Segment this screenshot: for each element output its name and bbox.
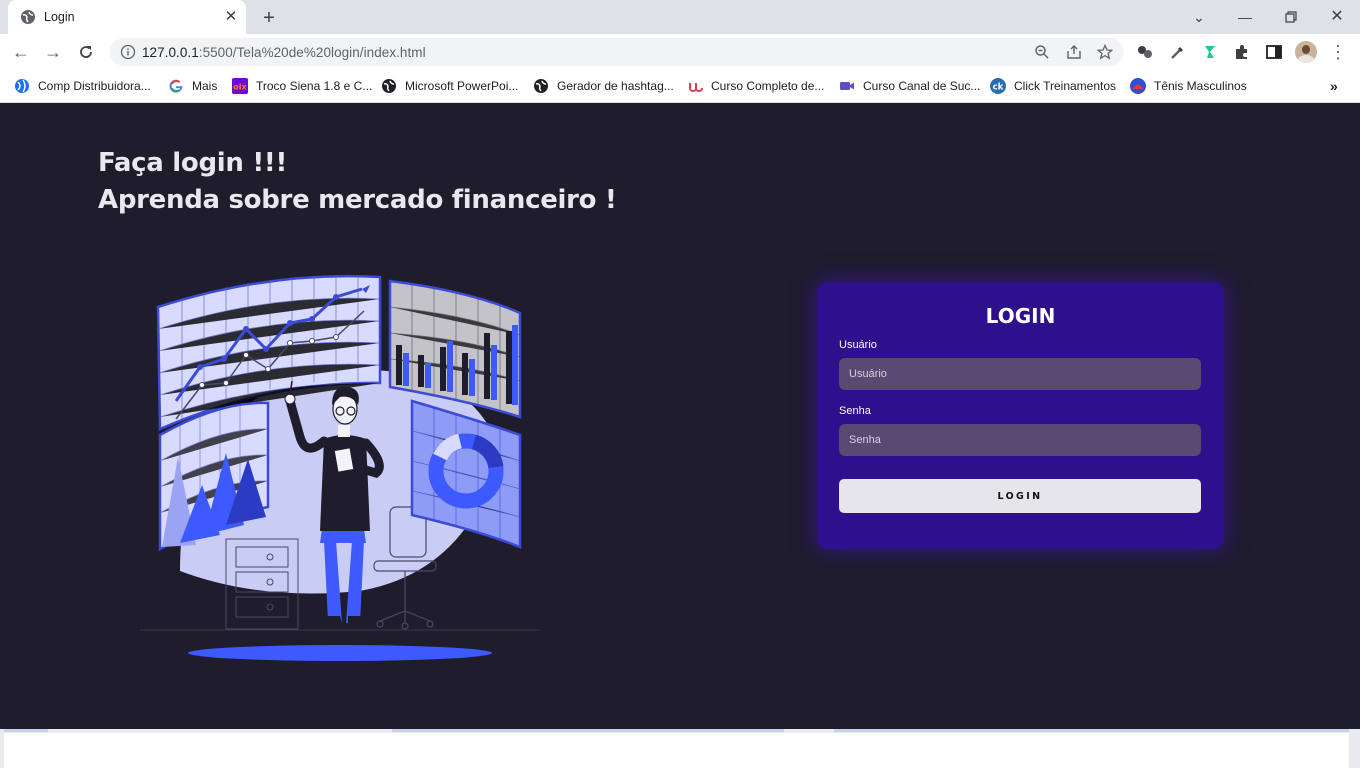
finance-illustration: [140, 274, 540, 661]
reload-button[interactable]: [76, 42, 96, 62]
close-tab-icon[interactable]: ✕: [223, 9, 239, 25]
site-info-icon[interactable]: [120, 44, 136, 60]
password-input[interactable]: [839, 424, 1201, 456]
bookmark-item[interactable]: Curso Canal de Suc...: [839, 77, 980, 95]
globe-blue-icon: [15, 79, 29, 93]
tab-search-chevron-icon[interactable]: ⌄: [1189, 7, 1209, 27]
bookmark-item[interactable]: Comp Distribuidora...: [14, 77, 151, 95]
bottom-segment: [392, 729, 784, 732]
svg-text:ck: ck: [993, 82, 1004, 92]
new-tab-button[interactable]: +: [258, 7, 280, 29]
olx-icon: olx: [232, 78, 248, 94]
bookmark-item[interactable]: Mais: [168, 77, 217, 95]
forward-button[interactable]: →: [43, 42, 63, 62]
login-card: LOGIN Usuário Senha LOGIN: [817, 282, 1224, 549]
bookmark-star-icon[interactable]: [1097, 44, 1113, 60]
page-bottom-panel: [4, 733, 1349, 768]
globe-icon: [21, 10, 35, 24]
heading-line-2: Aprenda sobre mercado financeiro !: [98, 185, 617, 215]
browser-toolbar: ← → 127.0.0.1:5500/Tela%20de%20login/ind…: [0, 34, 1360, 70]
udemy-icon: [689, 83, 703, 92]
more-bookmarks-icon[interactable]: »: [1330, 77, 1338, 95]
username-label: Usuário: [839, 339, 877, 351]
ck-icon: ck: [990, 78, 1006, 94]
video-icon: [840, 82, 854, 90]
login-button[interactable]: LOGIN: [839, 479, 1201, 513]
eyedropper-icon[interactable]: [1169, 43, 1187, 61]
google-icon: [169, 79, 183, 93]
tab-strip: Login ✕ + ⌄ — ✕: [0, 0, 1360, 34]
address-bar[interactable]: 127.0.0.1:5500/Tela%20de%20login/index.h…: [110, 38, 1124, 66]
browser-menu-icon[interactable]: ⋮: [1328, 42, 1348, 62]
bookmark-item[interactable]: Gerador de hashtag...: [533, 77, 674, 95]
bottom-segment: [4, 729, 48, 732]
bookmark-item[interactable]: Tênis Masculinos: [1130, 77, 1247, 95]
bookmark-item[interactable]: ck Click Treinamentos: [990, 77, 1116, 95]
bookmark-item[interactable]: Microsoft PowerPoi...: [381, 77, 518, 95]
profile-avatar[interactable]: [1295, 41, 1317, 63]
bottom-segment: [834, 729, 1349, 732]
bookmark-item[interactable]: olx Troco Siena 1.8 e C...: [232, 77, 372, 95]
back-button[interactable]: ←: [11, 42, 31, 62]
minimize-button[interactable]: —: [1235, 7, 1255, 27]
page-content: Faça login !!! Aprenda sobre mercado fin…: [0, 103, 1360, 729]
extension-green-icon[interactable]: [1201, 43, 1219, 61]
heading-line-1: Faça login !!!: [98, 148, 288, 178]
restore-button[interactable]: [1281, 7, 1301, 27]
username-input[interactable]: [839, 358, 1201, 390]
extensions-puzzle-icon[interactable]: [1233, 43, 1251, 61]
page-heading: Faça login !!! Aprenda sobre mercado fin…: [98, 145, 617, 219]
zoom-icon[interactable]: [1034, 44, 1050, 60]
svg-text:olx: olx: [233, 83, 247, 92]
password-label: Senha: [839, 405, 871, 417]
tab-title: Login: [44, 10, 75, 24]
globe-icon: [382, 79, 396, 93]
close-window-button[interactable]: ✕: [1327, 7, 1347, 27]
share-icon[interactable]: [1066, 44, 1082, 60]
page-bottom-area: [0, 729, 1360, 768]
bookmarks-bar: Comp Distribuidora... Mais olx Troco Sie…: [0, 70, 1360, 103]
login-title: LOGIN: [985, 304, 1056, 328]
tab-login[interactable]: Login ✕: [8, 0, 246, 34]
globe-icon: [534, 79, 548, 93]
url-text[interactable]: 127.0.0.1:5500/Tela%20de%20login/index.h…: [142, 45, 426, 60]
bookmark-item[interactable]: Curso Completo de...: [687, 77, 824, 95]
extension-dots-icon[interactable]: [1136, 43, 1154, 61]
shoe-store-icon: [1130, 78, 1146, 94]
side-panel-icon[interactable]: [1265, 43, 1283, 61]
